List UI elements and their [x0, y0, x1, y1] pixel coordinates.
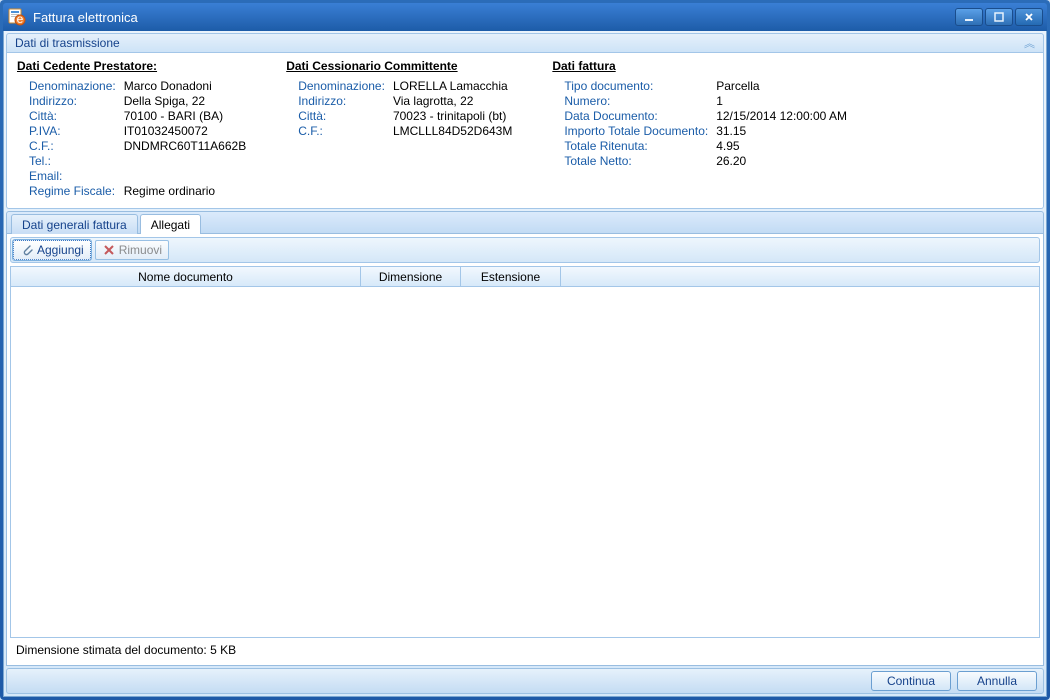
value-piva: IT01032450072 [124, 124, 247, 138]
value-cust-cf: LMCLLL84D52D643M [393, 124, 512, 138]
label-ritenuta: Totale Ritenuta: [564, 139, 708, 153]
label-piva: P.IVA: [29, 124, 116, 138]
bottom-bar: Continua Annulla [6, 668, 1044, 694]
value-cf: DNDMRC60T11A662B [124, 139, 247, 153]
value-denominazione: Marco Donadoni [124, 79, 247, 93]
supplier-title: Dati Cedente Prestatore: [17, 59, 246, 73]
body: Dati di trasmissione ︽ Dati Cedente Pres… [3, 31, 1047, 697]
window-title: Fattura elettronica [33, 10, 955, 25]
tabs: Dati generali fattura Allegati [6, 211, 1044, 233]
label-importo: Importo Totale Documento: [564, 124, 708, 138]
value-data: 12/15/2014 12:00:00 AM [716, 109, 847, 123]
tab-content-attachments: Aggiungi Rimuovi Nome documento Dimensio… [6, 233, 1044, 666]
attachments-grid: Nome documento Dimensione Estensione [10, 266, 1040, 638]
transmission-panel-header[interactable]: Dati di trasmissione ︽ [6, 33, 1044, 53]
invoice-title: Dati fattura [552, 59, 847, 73]
delete-icon [102, 243, 116, 257]
value-regime: Regime ordinario [124, 184, 247, 198]
value-tel [124, 154, 247, 168]
value-netto: 26.20 [716, 154, 847, 168]
cancel-button[interactable]: Annulla [957, 671, 1037, 691]
svg-text:e: e [17, 12, 24, 26]
col-size[interactable]: Dimensione [361, 267, 461, 286]
tab-attachments[interactable]: Allegati [140, 214, 201, 234]
label-email: Email: [29, 169, 116, 183]
value-cust-indirizzo: Via lagrotta, 22 [393, 94, 512, 108]
col-spacer [561, 267, 1039, 286]
remove-button-label: Rimuovi [119, 243, 162, 257]
value-ritenuta: 4.95 [716, 139, 847, 153]
value-importo: 31.15 [716, 124, 847, 138]
customer-section: Dati Cessionario Committente Denominazio… [286, 59, 512, 198]
label-netto: Totale Netto: [564, 154, 708, 168]
label-denominazione: Denominazione: [29, 79, 116, 93]
maximize-button[interactable] [985, 8, 1013, 26]
col-name[interactable]: Nome documento [11, 267, 361, 286]
label-cust-cf: C.F.: [298, 124, 385, 138]
invoice-section: Dati fattura Tipo documento: Parcella Nu… [552, 59, 847, 198]
transmission-panel-title: Dati di trasmissione [15, 36, 120, 50]
value-citta: 70100 - BARI (BA) [124, 109, 247, 123]
customer-title: Dati Cessionario Committente [286, 59, 512, 73]
continue-button[interactable]: Continua [871, 671, 951, 691]
attachments-toolbar: Aggiungi Rimuovi [10, 237, 1040, 263]
remove-button[interactable]: Rimuovi [95, 240, 169, 260]
close-button[interactable] [1015, 8, 1043, 26]
value-cust-denominazione: LORELLA Lamacchia [393, 79, 512, 93]
minimize-button[interactable] [955, 8, 983, 26]
supplier-section: Dati Cedente Prestatore: Denominazione: … [17, 59, 246, 198]
label-tel: Tel.: [29, 154, 116, 168]
value-indirizzo: Della Spiga, 22 [124, 94, 247, 108]
label-cust-citta: Città: [298, 109, 385, 123]
tab-general[interactable]: Dati generali fattura [11, 214, 138, 234]
label-numero: Numero: [564, 94, 708, 108]
add-button[interactable]: Aggiungi [13, 240, 91, 260]
value-email [124, 169, 247, 183]
label-regime: Regime Fiscale: [29, 184, 116, 198]
app-icon: e [7, 7, 27, 27]
label-cf: C.F.: [29, 139, 116, 153]
label-tipo: Tipo documento: [564, 79, 708, 93]
estimated-size: Dimensione stimata del documento: 5 KB [10, 638, 1040, 662]
grid-header: Nome documento Dimensione Estensione [11, 267, 1039, 287]
label-cust-indirizzo: Indirizzo: [298, 94, 385, 108]
app-window: e Fattura elettronica Dati di trasmissio… [0, 0, 1050, 700]
label-citta: Città: [29, 109, 116, 123]
transmission-panel-body: Dati Cedente Prestatore: Denominazione: … [6, 53, 1044, 209]
value-numero: 1 [716, 94, 847, 108]
value-tipo: Parcella [716, 79, 847, 93]
label-indirizzo: Indirizzo: [29, 94, 116, 108]
titlebar[interactable]: e Fattura elettronica [3, 3, 1047, 31]
grid-rows[interactable] [11, 287, 1039, 637]
add-button-label: Aggiungi [37, 243, 84, 257]
chevron-up-icon[interactable]: ︽ [1024, 35, 1035, 51]
col-ext[interactable]: Estensione [461, 267, 561, 286]
value-cust-citta: 70023 - trinitapoli (bt) [393, 109, 512, 123]
paperclip-icon [20, 243, 34, 257]
label-cust-denominazione: Denominazione: [298, 79, 385, 93]
window-controls [955, 8, 1043, 26]
label-data: Data Documento: [564, 109, 708, 123]
